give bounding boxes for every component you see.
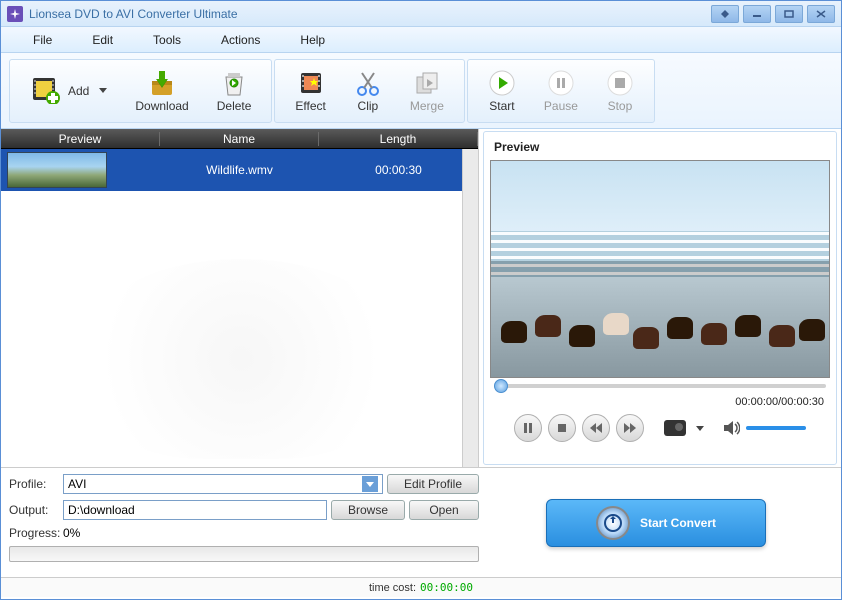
table-row[interactable]: Wildlife.wmv 00:00:30: [1, 149, 478, 191]
app-title: Lionsea DVD to AVI Converter Ultimate: [29, 7, 238, 21]
start-convert-button[interactable]: Start Convert: [546, 499, 766, 547]
time-cost-value: 00:00:00: [420, 581, 473, 594]
snapshot-button[interactable]: [664, 420, 686, 436]
window-minimize-button[interactable]: [743, 5, 771, 23]
merge-label: Merge: [410, 99, 444, 113]
download-icon: [148, 69, 176, 97]
profile-value: AVI: [68, 477, 86, 491]
merge-button[interactable]: Merge: [396, 65, 458, 117]
start-button[interactable]: Start: [474, 65, 530, 117]
menu-file[interactable]: File: [13, 29, 72, 51]
play-icon: [488, 69, 516, 97]
delete-icon: [220, 69, 248, 97]
row-name: Wildlife.wmv: [160, 163, 319, 177]
edit-profile-button[interactable]: Edit Profile: [387, 474, 479, 494]
app-logo-icon: [7, 6, 23, 22]
window-close-button[interactable]: [807, 5, 835, 23]
time-cost-label: time cost:: [369, 582, 416, 594]
browse-button[interactable]: Browse: [331, 500, 405, 520]
menu-actions[interactable]: Actions: [201, 29, 280, 51]
stop-button[interactable]: Stop: [592, 65, 648, 117]
download-button[interactable]: Download: [121, 65, 202, 117]
menu-help[interactable]: Help: [280, 29, 345, 51]
convert-label: Start Convert: [640, 516, 716, 530]
column-length[interactable]: Length: [319, 132, 478, 146]
output-label: Output:: [9, 503, 59, 517]
preview-rewind-button[interactable]: [582, 414, 610, 442]
pause-button[interactable]: Pause: [530, 65, 592, 117]
output-field[interactable]: D:\download: [63, 500, 327, 520]
column-preview[interactable]: Preview: [1, 132, 160, 146]
vertical-scrollbar[interactable]: [462, 149, 478, 467]
preview-title: Preview: [490, 138, 830, 156]
menu-tools[interactable]: Tools: [133, 29, 201, 51]
preview-stop-button[interactable]: [548, 414, 576, 442]
combo-arrow-icon: [362, 476, 378, 492]
add-button[interactable]: Add: [16, 70, 121, 112]
effect-label: Effect: [295, 99, 325, 113]
window-pin-button[interactable]: [711, 5, 739, 23]
start-label: Start: [489, 99, 514, 113]
thumbnail: [7, 152, 107, 188]
row-length: 00:00:30: [319, 163, 478, 177]
effect-icon: [297, 69, 325, 97]
download-label: Download: [135, 99, 188, 113]
delete-label: Delete: [217, 99, 252, 113]
delete-button[interactable]: Delete: [203, 65, 266, 117]
seek-slider[interactable]: [494, 384, 826, 388]
add-label: Add: [68, 84, 89, 98]
pause-icon: [547, 69, 575, 97]
menu-edit[interactable]: Edit: [72, 29, 133, 51]
volume-icon[interactable]: [724, 421, 740, 435]
stop-label: Stop: [608, 99, 633, 113]
menubar: File Edit Tools Actions Help: [1, 27, 841, 53]
effect-button[interactable]: Effect: [281, 65, 339, 117]
merge-icon: [413, 69, 441, 97]
film-add-icon: [30, 74, 62, 106]
snapshot-dropdown-icon[interactable]: [696, 426, 704, 431]
stop-icon: [606, 69, 634, 97]
volume-slider[interactable]: [746, 426, 806, 430]
profile-label: Profile:: [9, 477, 59, 491]
window-maximize-button[interactable]: [775, 5, 803, 23]
preview-panel: Preview 00:00:00/00:00:30: [483, 131, 837, 465]
time-display: 00:00:00/00:00:30: [735, 396, 824, 408]
dropdown-arrow-icon: [99, 88, 107, 93]
video-preview[interactable]: [490, 160, 830, 378]
titlebar: Lionsea DVD to AVI Converter Ultimate: [1, 1, 841, 27]
convert-orb-icon: [596, 506, 630, 540]
toolbar: Add Download Delete Effect Clip: [1, 53, 841, 129]
file-list: Preview Name Length Wildlife.wmv 00:00:3…: [1, 129, 479, 467]
preview-forward-button[interactable]: [616, 414, 644, 442]
clip-label: Clip: [358, 99, 379, 113]
profile-combo[interactable]: AVI: [63, 474, 383, 494]
progress-bar: [9, 546, 479, 562]
progress-label: Progress:: [9, 526, 59, 540]
list-header: Preview Name Length: [1, 129, 478, 149]
scissors-icon: [354, 69, 382, 97]
column-name[interactable]: Name: [160, 132, 319, 146]
pause-label: Pause: [544, 99, 578, 113]
open-button[interactable]: Open: [409, 500, 479, 520]
preview-pause-button[interactable]: [514, 414, 542, 442]
progress-value: 0%: [63, 526, 80, 540]
clip-button[interactable]: Clip: [340, 65, 396, 117]
footer: time cost: 00:00:00: [1, 577, 841, 597]
